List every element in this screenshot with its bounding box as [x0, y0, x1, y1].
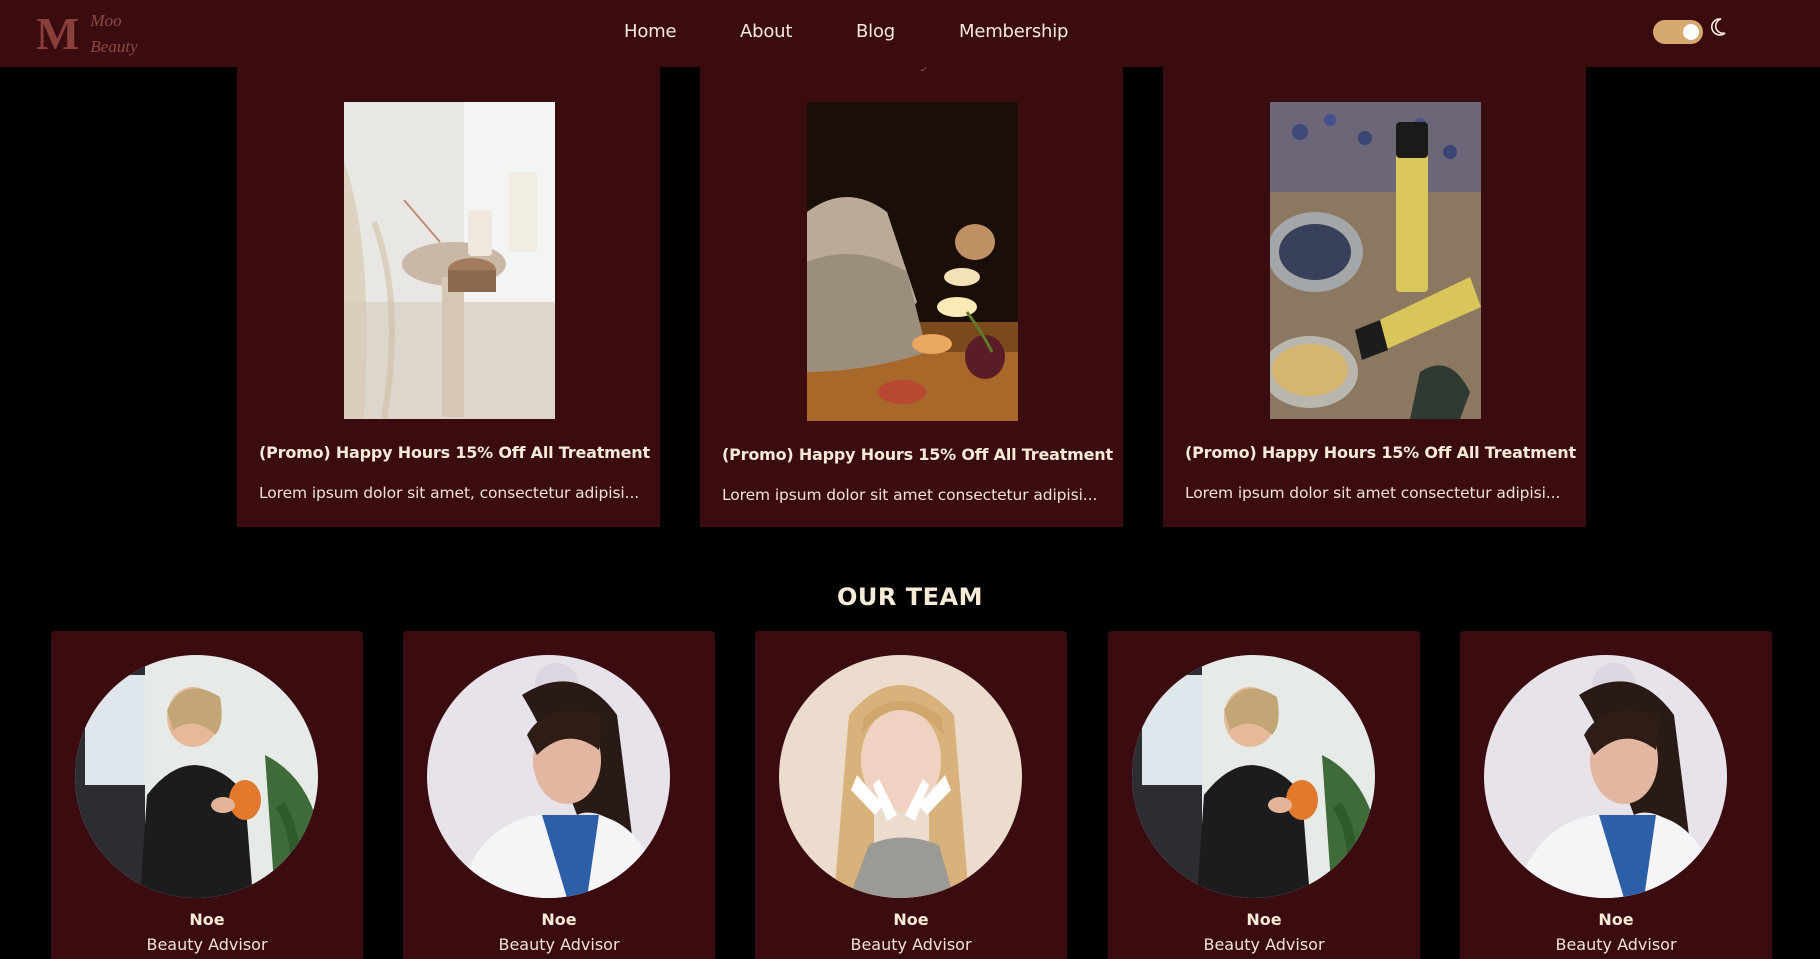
- main-nav: Home About Blog Membership: [0, 0, 1820, 67]
- team-member-name: Noe: [1246, 910, 1282, 929]
- team-member-name: Noe: [189, 910, 225, 929]
- team-member-role: Beauty Advisor: [850, 935, 972, 954]
- team-photo: [1132, 655, 1375, 898]
- promo-description: Lorem ipsum dolor sit amet consectetur a…: [722, 486, 1098, 504]
- promo-card[interactable]: Body (Promo) Happy Hours 15% Off All Tre…: [700, 51, 1123, 527]
- team-card[interactable]: Noe Beauty Advisor: [403, 631, 715, 959]
- team-heading: OUR TEAM: [837, 583, 983, 611]
- team-card[interactable]: Noe Beauty Advisor: [1108, 631, 1420, 959]
- promo-description: Lorem ipsum dolor sit amet consectetur a…: [1185, 484, 1561, 502]
- theme-toggle[interactable]: [1653, 20, 1703, 44]
- team-photo: [427, 655, 670, 898]
- promo-title[interactable]: (Promo) Happy Hours 15% Off All Treatmen…: [259, 443, 650, 462]
- team-member-role: Beauty Advisor: [1555, 935, 1677, 954]
- promo-card[interactable]: Facial (Promo) Happy Hours 15% Off All T…: [237, 51, 660, 527]
- moon-icon: [1711, 18, 1726, 36]
- team-photo: [1484, 655, 1727, 898]
- nav-link-blog[interactable]: Blog: [856, 21, 895, 42]
- nav-link-home[interactable]: Home: [624, 21, 677, 42]
- team-card[interactable]: Noe Beauty Advisor: [755, 631, 1067, 959]
- team-photo: [75, 655, 318, 898]
- nav-link-membership[interactable]: Membership: [959, 21, 1068, 42]
- team-member-name: Noe: [1598, 910, 1634, 929]
- team-member-role: Beauty Advisor: [146, 935, 268, 954]
- promo-title[interactable]: (Promo) Happy Hours 15% Off All Treatmen…: [1185, 443, 1576, 462]
- page: Facial (Promo) Happy Hours 15% Off All T…: [0, 0, 1820, 959]
- team-card[interactable]: Noe Beauty Advisor: [51, 631, 363, 959]
- promo-image: [807, 102, 1018, 421]
- team-photo: [779, 655, 1022, 898]
- team-member-role: Beauty Advisor: [498, 935, 620, 954]
- toggle-knob: [1683, 24, 1699, 40]
- promo-description: Lorem ipsum dolor sit amet, consectetur …: [259, 484, 640, 502]
- team-member-name: Noe: [541, 910, 577, 929]
- team-member-role: Beauty Advisor: [1203, 935, 1325, 954]
- promo-image: [1270, 102, 1481, 419]
- promo-card[interactable]: Hair (Promo) Happy Hours 15%: [1163, 51, 1586, 527]
- team-card[interactable]: Noe Beauty Advisor: [1460, 631, 1772, 959]
- team-member-name: Noe: [893, 910, 929, 929]
- nav-link-about[interactable]: About: [740, 21, 792, 42]
- navbar: M Moo Beauty Home About Blog Membership: [0, 0, 1820, 67]
- promo-image: [344, 102, 555, 419]
- promo-title[interactable]: (Promo) Happy Hours 15% Off All Treatmen…: [722, 445, 1113, 464]
